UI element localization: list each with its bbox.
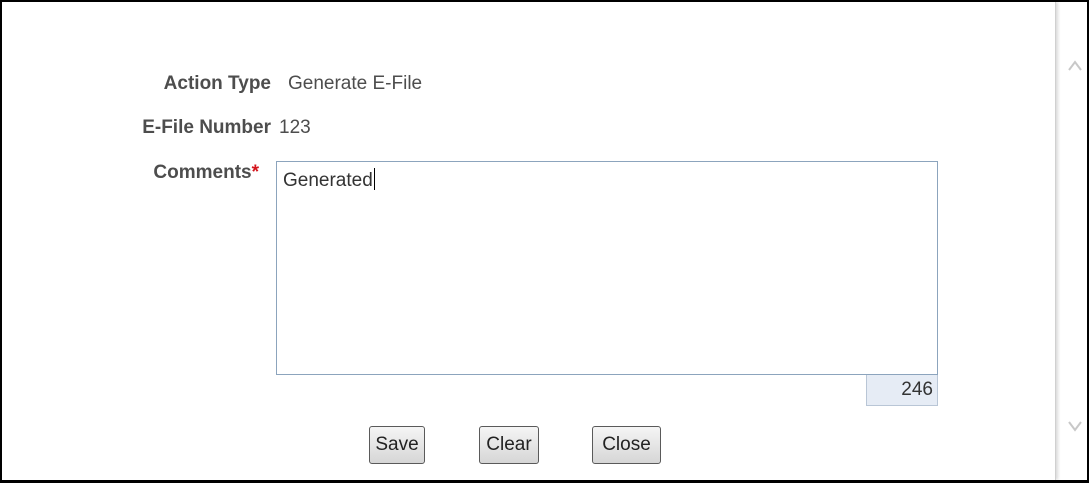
clear-button[interactable]: Clear	[479, 426, 539, 464]
text-caret	[373, 168, 375, 190]
comments-value: Generated	[283, 170, 373, 191]
chevron-down-icon[interactable]	[1067, 418, 1083, 434]
comments-textarea[interactable]: Generated	[276, 161, 938, 375]
comments-text: Generated	[283, 168, 375, 192]
save-button[interactable]: Save	[369, 426, 425, 464]
character-counter: 246	[866, 375, 938, 406]
comments-label-text: Comments	[153, 162, 252, 183]
comments-label: Comments*	[153, 162, 259, 184]
chevron-up-icon[interactable]	[1067, 58, 1083, 74]
close-button[interactable]: Close	[592, 426, 661, 464]
action-type-label: Action Type	[163, 73, 271, 94]
required-marker: *	[251, 162, 259, 183]
efile-number-value: 123	[279, 117, 311, 138]
action-type-value: Generate E-File	[288, 73, 423, 94]
efile-number-label: E-File Number	[142, 117, 271, 138]
